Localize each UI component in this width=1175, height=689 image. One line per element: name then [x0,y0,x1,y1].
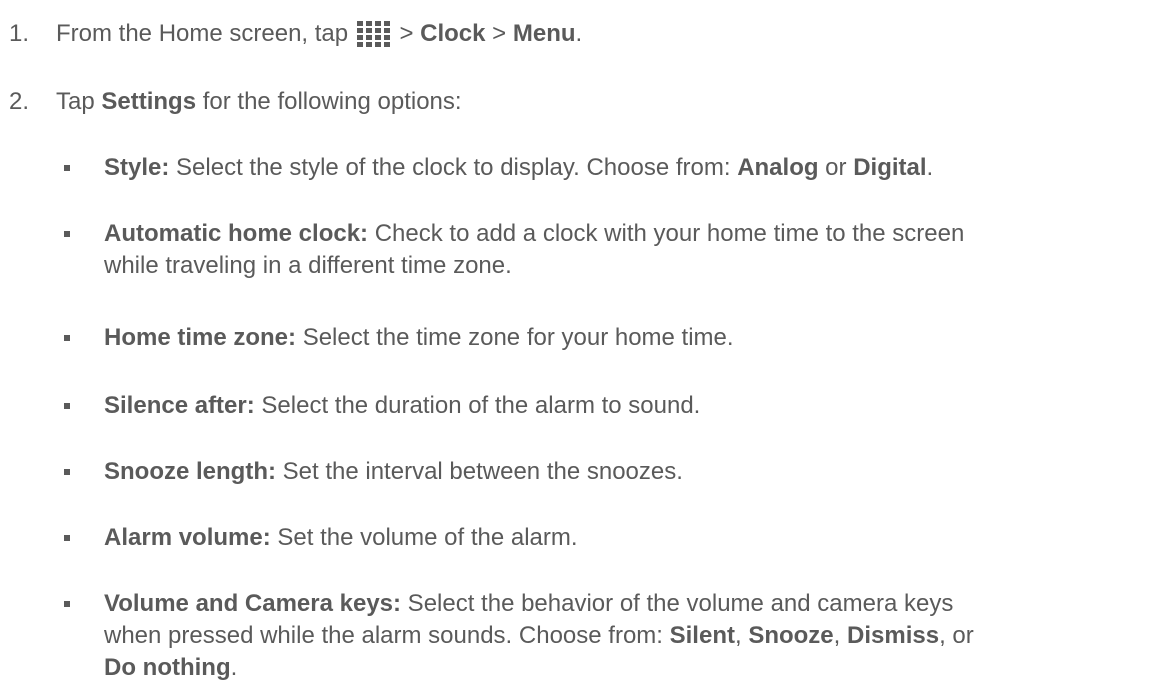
punctuation: , [833,622,847,649]
option-text: or [818,154,854,181]
choice-analog: Analog [737,154,819,181]
step-1: 1. From the Home screen, tap > Clock > Me… [9,18,582,50]
menu-label: Menu [512,20,576,47]
step-2: 2. Tap Settings for the following options… [9,86,462,118]
choice-silent: Silent [669,622,735,649]
option-text: Select the time zone for your home time. [296,324,734,351]
punctuation: , or [939,622,974,649]
step-text: Tap [56,88,102,115]
option-text: Set the volume of the alarm. [270,524,578,551]
bullet-square-icon [64,165,70,171]
punctuation: . [575,20,583,47]
option-text: Set the interval between the snoozes. [275,458,683,485]
settings-label: Settings [101,88,197,115]
choice-dismiss: Dismiss [847,622,940,649]
step-text: From the Home screen, tap [56,20,355,47]
option-label: Home time zone: [104,324,297,351]
option-label: Volume and Camera keys: [104,590,402,617]
choice-snooze: Snooze [748,622,834,649]
option-volume-camera-keys: Volume and Camera keys: Select the behav… [64,588,1164,684]
choice-do-nothing: Do nothing [104,654,231,681]
option-text: while traveling in a different time zone… [104,252,512,279]
separator: > [392,20,421,47]
bullet-square-icon [64,231,70,237]
bullet-square-icon [64,469,70,475]
choice-digital: Digital [853,154,927,181]
option-silence-after: Silence after: Select the duration of th… [64,390,1164,422]
option-snooze-length: Snooze length: Set the interval between … [64,456,1164,488]
punctuation: , [734,622,749,649]
option-text: when pressed while the alarm sounds. Cho… [104,622,670,649]
option-style: Style: Select the style of the clock to … [64,152,1164,184]
bullet-square-icon [64,403,70,409]
option-label: Snooze length: [104,458,276,485]
bullet-square-icon [64,335,70,341]
option-label: Automatic home clock: [104,220,369,247]
option-text: Select the duration of the alarm to soun… [254,392,701,419]
option-label: Silence after: [104,392,255,419]
bullet-square-icon [64,535,70,541]
step-number: 1. [9,20,30,47]
step-text: for the following options: [196,88,462,115]
separator: > [485,20,513,47]
apps-grid-icon [356,21,391,47]
clock-label: Clock [420,20,486,47]
punctuation: . [926,154,934,181]
option-automatic-home-clock: Automatic home clock: Check to add a clo… [64,218,1164,282]
punctuation: . [230,654,238,681]
option-text: Select the style of the clock to display… [169,154,738,181]
option-label: Style: [104,154,170,181]
bullet-square-icon [64,601,70,607]
option-home-time-zone: Home time zone: Select the time zone for… [64,322,1164,354]
option-text: Select the behavior of the volume and ca… [401,590,954,617]
option-label: Alarm volume: [104,524,271,551]
step-number: 2. [9,88,30,115]
option-text: Check to add a clock with your home time… [368,220,965,247]
option-alarm-volume: Alarm volume: Set the volume of the alar… [64,522,1164,554]
